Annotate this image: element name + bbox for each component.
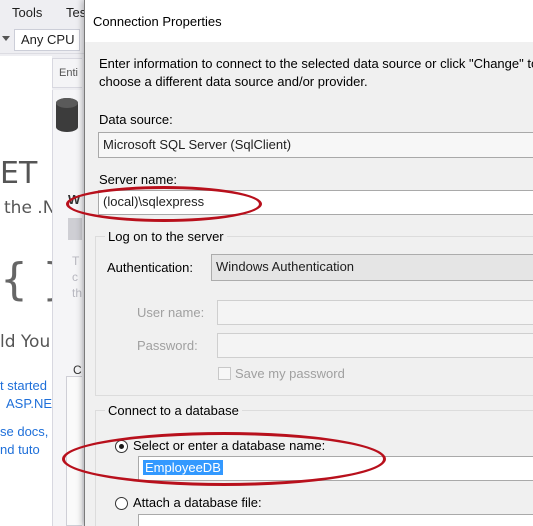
- menu-tools[interactable]: Tools: [12, 5, 42, 20]
- aspnet-link[interactable]: ASP.NE: [6, 396, 52, 411]
- connect-db-group-caption: Connect to a database: [105, 403, 242, 418]
- database-icon: [56, 98, 78, 132]
- authentication-label: Authentication:: [107, 260, 194, 275]
- tutorials-link[interactable]: nd tuto: [0, 442, 40, 457]
- solution-platform-dropdown[interactable]: Any CPU: [14, 29, 80, 51]
- user-name-label: User name:: [137, 305, 205, 320]
- wizard-button-fragment: [68, 218, 82, 240]
- annotation-ellipse-server-name: [66, 186, 262, 222]
- wizard-text-fragment: th: [72, 286, 83, 300]
- get-started-link[interactable]: t started: [0, 378, 47, 393]
- wizard-text-fragment: c: [72, 270, 78, 284]
- data-source-label: Data source:: [99, 112, 173, 127]
- chevron-down-icon[interactable]: [2, 36, 10, 41]
- docs-link[interactable]: se docs,: [0, 424, 48, 439]
- wizard-list-label: C: [73, 363, 82, 377]
- data-source-field: Microsoft SQL Server (SqlClient): [98, 132, 533, 158]
- start-page-tagline: ld You: [0, 332, 51, 352]
- logon-group-caption: Log on to the server: [105, 229, 227, 244]
- server-name-label: Server name:: [99, 172, 178, 187]
- authentication-dropdown[interactable]: Windows Authentication: [211, 254, 533, 281]
- user-name-input[interactable]: [217, 300, 533, 325]
- document-tab[interactable]: Enti: [52, 58, 82, 88]
- dialog-title: Connection Properties: [93, 14, 222, 29]
- start-page-heading: ET: [0, 156, 38, 191]
- attach-db-file-input[interactable]: [138, 514, 533, 526]
- dialog-intro-text: Enter information to connect to the sele…: [99, 56, 533, 89]
- wizard-text-fragment: T: [72, 254, 80, 268]
- attach-db-label: Attach a database file:: [133, 495, 262, 510]
- annotation-ellipse-database-name: [62, 432, 386, 486]
- password-label: Password:: [137, 338, 198, 353]
- document-tab-label: Enti: [59, 67, 78, 79]
- password-input[interactable]: [217, 333, 533, 358]
- dialog-titlebar[interactable]: Connection Properties: [85, 0, 533, 42]
- save-password-label: Save my password: [235, 366, 345, 381]
- start-page-subheading: the .N: [4, 198, 52, 218]
- braces-icon: { }: [0, 254, 52, 305]
- save-password-checkbox[interactable]: [218, 367, 231, 380]
- start-page: ET the .N { } ld You t started ASP.NE se…: [0, 56, 52, 526]
- attach-db-radio[interactable]: [115, 497, 128, 510]
